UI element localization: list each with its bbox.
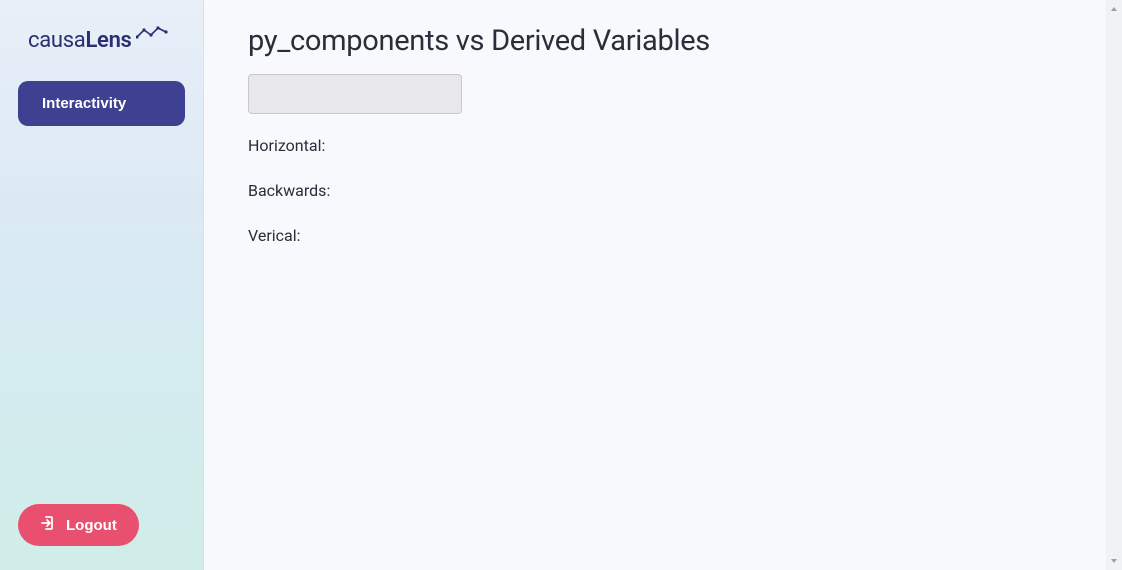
scroll-up-arrow-icon[interactable]: [1106, 0, 1122, 18]
sidebar-footer: Logout: [18, 504, 185, 546]
vertical-scrollbar[interactable]: [1106, 0, 1122, 570]
brand-mark-icon: [136, 25, 168, 45]
label-horizontal: Horizontal:: [248, 136, 1078, 155]
label-backwards: Backwards:: [248, 181, 1078, 200]
logout-icon: [40, 515, 56, 535]
logout-label: Logout: [66, 517, 117, 534]
sidebar-item-label: Interactivity: [42, 95, 126, 112]
text-input[interactable]: [248, 74, 462, 114]
main-content: py_components vs Derived Variables Horiz…: [204, 0, 1122, 570]
page-title: py_components vs Derived Variables: [248, 24, 1078, 58]
scroll-down-arrow-icon[interactable]: [1106, 552, 1122, 570]
brand-name-part1: causa: [28, 28, 85, 53]
label-vertical: Verical:: [248, 226, 1078, 245]
brand-logo: causaLens: [18, 28, 185, 53]
brand-name-part2: Lens: [85, 28, 131, 53]
sidebar: causaLens Interactivity: [0, 0, 204, 570]
sidebar-item-interactivity[interactable]: Interactivity: [18, 81, 185, 126]
logout-button[interactable]: Logout: [18, 504, 139, 546]
scrollbar-track[interactable]: [1106, 18, 1122, 552]
